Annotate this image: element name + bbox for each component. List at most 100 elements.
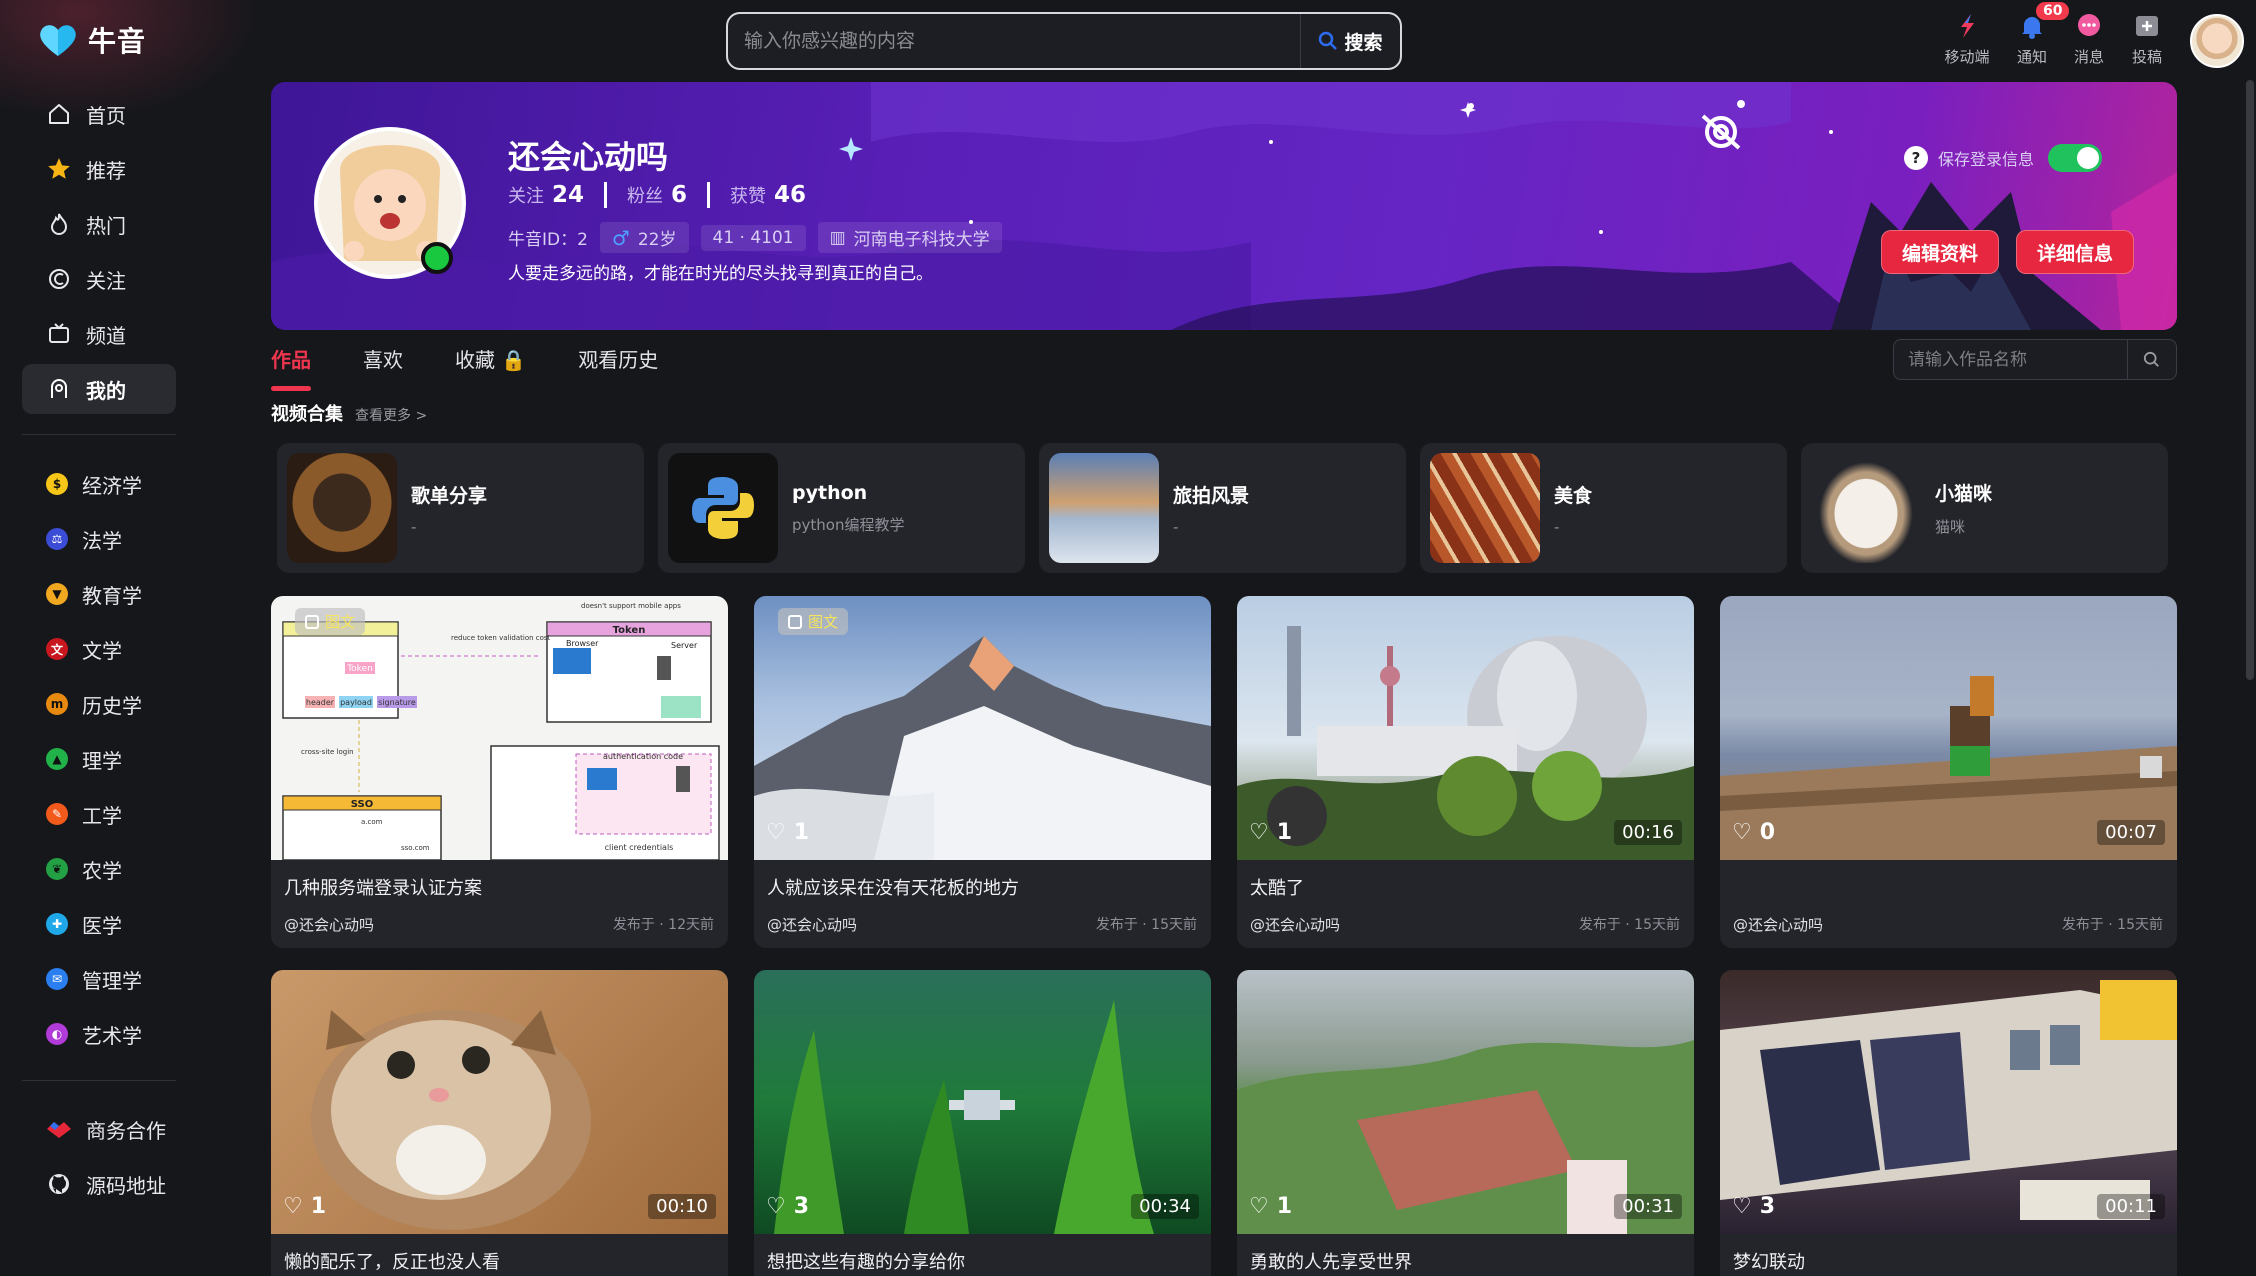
lock-icon: 🔒	[501, 348, 527, 372]
video-title[interactable]: 几种服务端登录认证方案	[284, 874, 482, 900]
video-card[interactable]: ♡ 3 00:34 想把这些有趣的分享给你	[754, 970, 1211, 1276]
video-thumbnail: ♡ 1 00:10	[271, 970, 728, 1234]
mobile-button[interactable]: 移动端	[1937, 12, 1997, 67]
profile-stats: 关注 24 粉丝 6 获赞 46	[508, 182, 806, 208]
page-scrollbar[interactable]	[2246, 80, 2254, 680]
video-thumbnail: ♡ 1 00:31	[1237, 970, 1694, 1234]
follow-stat[interactable]: 关注 24	[508, 182, 584, 208]
likes-count: 46	[774, 182, 807, 208]
sidebar-item-agriculture[interactable]: ❦ 农学	[22, 844, 176, 894]
user-icon	[46, 376, 72, 402]
video-author[interactable]: @还会心动吗	[1250, 914, 1340, 935]
detail-info-button[interactable]: 详细信息	[2016, 230, 2135, 274]
male-icon: ♂	[611, 225, 630, 250]
video-duration: 00:11	[2097, 1194, 2165, 1219]
tab-likes[interactable]: 喜欢	[363, 344, 403, 391]
sidebar-item-home[interactable]: 首页	[22, 89, 176, 139]
user-avatar[interactable]	[2190, 14, 2244, 68]
sidebar-item-follow[interactable]: 关注	[22, 254, 176, 304]
like-count: ♡ 1	[1249, 820, 1292, 845]
home-icon	[46, 101, 72, 127]
heart-icon: ♡	[766, 820, 786, 845]
upload-button[interactable]: 投稿	[2117, 12, 2177, 67]
edit-profile-button[interactable]: 编辑资料	[1881, 230, 2000, 274]
notification-button[interactable]: 60 通知	[2002, 2, 2070, 67]
not-support-label: doesn't support mobile apps	[581, 602, 681, 610]
sidebar-category-nav: $ 经济学 ⚖ 法学 ▼ 教育学 文 文学 m 历史学 ▲ 理学 ✎ 工学 ❦ …	[22, 459, 176, 1064]
video-title[interactable]: 勇敢的人先享受世界	[1250, 1248, 1412, 1274]
video-title[interactable]: 梦幻联动	[1733, 1248, 1805, 1274]
video-card[interactable]: ♡ 0 00:07 @还会心动吗 发布于 · 15天前	[1720, 596, 2177, 948]
collections-header: 视频合集 查看更多 >	[271, 400, 427, 426]
sidebar-footer-nav: 商务合作 源码地址	[22, 1104, 176, 1214]
sidebar-item-business[interactable]: 商务合作	[22, 1104, 176, 1154]
collection-list: 歌单分享 - python python编程教学 旅拍风景 - 美食 - 小猫咪 猫咪	[277, 443, 2168, 573]
tab-history[interactable]: 观看历史	[578, 344, 658, 391]
collection-thumbnail	[1049, 453, 1159, 563]
video-card[interactable]: ♡ 3 00:11 梦幻联动	[1720, 970, 2177, 1276]
video-card[interactable]: ♡ 1 00:31 勇敢的人先享受世界	[1237, 970, 1694, 1276]
sidebar-item-art[interactable]: ◐ 艺术学	[22, 1009, 176, 1059]
collection-card[interactable]: 美食 -	[1420, 443, 1787, 573]
help-icon[interactable]: ?	[1904, 146, 1928, 170]
sidebar-item-law[interactable]: ⚖ 法学	[22, 514, 176, 564]
video-title[interactable]: 人就应该呆在没有天花板的地方	[767, 874, 1019, 900]
sidebar-item-engineering[interactable]: ✎ 工学	[22, 789, 176, 839]
global-search: 搜索	[726, 12, 1402, 70]
collection-card[interactable]: 小猫咪 猫咪	[1801, 443, 2168, 573]
mountain-image	[754, 636, 1211, 860]
heart-icon: ♡	[1249, 1194, 1269, 1219]
fans-stat[interactable]: 粉丝 6	[627, 182, 687, 208]
search-input[interactable]	[728, 14, 1300, 68]
sidebar-item-science[interactable]: ▲ 理学	[22, 734, 176, 784]
collection-thumbnail	[1430, 453, 1540, 563]
save-login-toggle[interactable]	[2048, 144, 2103, 172]
sidebar-item-mine[interactable]: 我的	[22, 364, 176, 414]
sidebar-item-label: 教育学	[82, 583, 142, 608]
video-author[interactable]: @还会心动吗	[1733, 914, 1823, 935]
sidebar-item-channel[interactable]: 频道	[22, 309, 176, 359]
fire-icon	[46, 211, 72, 237]
collection-card[interactable]: 旅拍风景 -	[1039, 443, 1406, 573]
collections-more-link[interactable]: 查看更多 >	[355, 405, 427, 425]
sidebar-item-economics[interactable]: $ 经济学	[22, 459, 176, 509]
header-action-label: 消息	[2073, 48, 2104, 66]
medicine-icon: ✚	[46, 913, 68, 935]
video-title[interactable]: 想把这些有趣的分享给你	[767, 1248, 965, 1274]
sidebar-item-literature[interactable]: 文 文学	[22, 624, 176, 674]
sidebar-item-label: 医学	[82, 913, 122, 938]
sidebar-item-education[interactable]: ▼ 教育学	[22, 569, 176, 619]
tab-works[interactable]: 作品	[271, 344, 311, 391]
reduce-label: reduce token validation cost	[451, 634, 551, 642]
works-search-input[interactable]	[1894, 349, 2127, 370]
collection-desc: python编程教学	[792, 515, 905, 534]
video-author[interactable]: @还会心动吗	[284, 914, 374, 935]
sidebar-item-recommend[interactable]: 推荐	[22, 144, 176, 194]
likes-label: 获赞	[730, 186, 767, 207]
app-logo[interactable]: 牛音	[38, 20, 146, 60]
search-button[interactable]: 搜索	[1300, 14, 1400, 68]
collection-card[interactable]: python python编程教学	[658, 443, 1025, 573]
video-title[interactable]: 懒的配乐了，反正也没人看	[284, 1248, 500, 1274]
sidebar-item-label: 文学	[82, 638, 122, 663]
sidebar-item-history[interactable]: m 历史学	[22, 679, 176, 729]
sidebar-item-source[interactable]: 源码地址	[22, 1159, 176, 1209]
video-card[interactable]: ♡ 1 00:10 懒的配乐了，反正也没人看	[271, 970, 728, 1276]
handshake-icon	[46, 1116, 72, 1142]
location-chip: 41 · 4101	[700, 224, 806, 251]
save-login-setting: ? 保存登录信息	[1904, 144, 2103, 172]
collection-card[interactable]: 歌单分享 -	[277, 443, 644, 573]
video-card[interactable]: ♡ 1 00:16 太酷了 @还会心动吗 发布于 · 15天前	[1237, 596, 1694, 948]
sidebar-item-medicine[interactable]: ✚ 医学	[22, 899, 176, 949]
sidebar-item-hot[interactable]: 热门	[22, 199, 176, 249]
works-search-button[interactable]	[2127, 340, 2176, 379]
video-card[interactable]: 图文 ♡ 1 人就应该呆在没有天花板的地方 @还会心动吗 发布于 · 15天前	[754, 596, 1211, 948]
tab-favorites[interactable]: 收藏 🔒	[455, 344, 526, 391]
sidebar-item-management[interactable]: ✉ 管理学	[22, 954, 176, 1004]
video-card[interactable]: Token header payload signature Token Bro…	[271, 596, 728, 948]
sidebar-divider	[22, 1080, 176, 1081]
video-title[interactable]: 太酷了	[1250, 874, 1304, 900]
video-author[interactable]: @还会心动吗	[767, 914, 857, 935]
art-icon: ◐	[46, 1023, 68, 1045]
message-button[interactable]: 消息	[2059, 12, 2119, 67]
